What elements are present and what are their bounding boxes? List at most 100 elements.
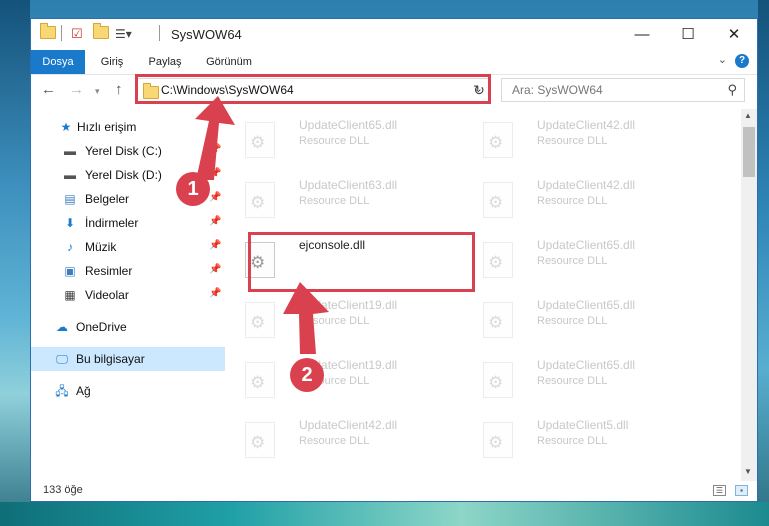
nav-item-label: Ağ xyxy=(76,384,91,398)
download-icon: ⬇ xyxy=(64,216,76,230)
file-name: UpdateClient65.dll xyxy=(537,358,636,372)
nav-item-this-pc[interactable]: 🖵 Bu bilgisayar xyxy=(31,347,225,371)
dll-file-icon xyxy=(483,302,513,338)
dll-file-icon xyxy=(483,422,513,458)
desktop-wallpaper-bottom xyxy=(0,502,769,526)
file-item[interactable]: UpdateClient65.dll Resource DLL xyxy=(466,357,696,413)
scroll-up-icon[interactable]: ▲ xyxy=(744,111,752,120)
maximize-button[interactable]: ☐ xyxy=(665,19,711,50)
search-box[interactable]: Ara: SysWOW64 ⚲ xyxy=(501,78,745,102)
nav-item-local-disk-c[interactable]: ▬ Yerel Disk (C:) 📌 xyxy=(31,139,225,163)
file-item[interactable]: UpdateClient5.dll Resource DLL xyxy=(466,417,696,473)
nav-item-pictures[interactable]: ▣ Resimler 📌 xyxy=(31,259,225,283)
window-title: SysWOW64 xyxy=(171,27,242,42)
pin-icon[interactable]: 📌 xyxy=(209,144,221,155)
nav-item-label: Hızlı erişim xyxy=(77,120,137,134)
close-button[interactable]: ✕ xyxy=(711,19,757,50)
file-name: UpdateClient65.dll xyxy=(537,298,636,312)
help-icon[interactable]: ? xyxy=(735,54,749,68)
pin-icon[interactable]: 📌 xyxy=(209,168,221,179)
tab-home[interactable]: Giriş xyxy=(89,50,135,74)
pin-icon[interactable]: 📌 xyxy=(209,192,221,203)
dll-file-icon xyxy=(483,122,513,158)
dll-file-icon xyxy=(245,362,275,398)
file-item[interactable]: UpdateClient65.dll Resource DLL xyxy=(466,237,696,293)
ribbon-tabs: Dosya Giriş Paylaş Görünüm ⌄ ? xyxy=(31,50,757,75)
file-description: Resource DLL xyxy=(537,255,608,267)
minimize-button[interactable]: — xyxy=(619,19,665,50)
nav-item-label: Videolar xyxy=(85,288,129,302)
file-item[interactable]: UpdateClient19.dll Resource DLL xyxy=(228,297,458,353)
tab-share[interactable]: Paylaş xyxy=(139,50,191,74)
vertical-scrollbar[interactable]: ▲ ▼ xyxy=(741,109,757,481)
pin-icon[interactable]: 📌 xyxy=(209,288,221,299)
computer-icon: 🖵 xyxy=(56,352,68,366)
document-icon: ▤ xyxy=(64,192,76,206)
desktop-wallpaper-left xyxy=(0,0,30,526)
tab-view[interactable]: Görünüm xyxy=(197,50,261,74)
scroll-thumb[interactable] xyxy=(743,127,755,177)
file-item[interactable]: UpdateClient63.dll Resource DLL xyxy=(228,177,458,233)
file-description: Resource DLL xyxy=(537,135,608,147)
dll-file-icon xyxy=(245,122,275,158)
file-name: UpdateClient42.dll xyxy=(537,118,636,132)
up-button[interactable]: ↑ xyxy=(115,81,123,98)
pin-icon[interactable]: 📌 xyxy=(209,264,221,275)
forward-button[interactable]: → xyxy=(69,81,84,98)
tab-file[interactable]: Dosya xyxy=(31,50,85,74)
music-icon: ♪ xyxy=(67,240,73,254)
file-description: Resource DLL xyxy=(537,435,608,447)
nav-item-downloads[interactable]: ⬇ İndirmeler 📌 xyxy=(31,211,225,235)
drive-icon: ▬ xyxy=(64,168,76,182)
file-item[interactable]: UpdateClient19.dll Resource DLL xyxy=(228,357,458,413)
file-description: Resource DLL xyxy=(299,435,370,447)
search-icon[interactable]: ⚲ xyxy=(727,82,737,98)
recent-locations-icon[interactable]: ▾ xyxy=(95,86,100,97)
file-item[interactable]: UpdateClient42.dll Resource DLL xyxy=(466,117,696,173)
nav-item-network[interactable]: 🖧 Ağ xyxy=(31,379,225,403)
file-item[interactable]: UpdateClient65.dll Resource DLL xyxy=(466,297,696,353)
pin-icon[interactable]: 📌 xyxy=(209,216,221,227)
expand-ribbon-icon[interactable]: ⌄ xyxy=(718,53,727,66)
dll-file-icon xyxy=(483,182,513,218)
star-icon: ★ xyxy=(60,120,72,134)
file-description: Resource DLL xyxy=(537,315,608,327)
file-name: UpdateClient42.dll xyxy=(537,178,636,192)
nav-item-videos[interactable]: ▦ Videolar 📌 xyxy=(31,283,225,307)
item-count: 133 öğe xyxy=(43,484,83,496)
dll-file-icon xyxy=(483,362,513,398)
nav-item-label: Bu bilgisayar xyxy=(76,352,145,366)
large-icons-view-icon[interactable]: ▪ xyxy=(735,485,748,496)
dll-file-icon xyxy=(245,422,275,458)
file-item[interactable]: UpdateClient65.dll Resource DLL xyxy=(228,117,458,173)
file-item[interactable]: UpdateClient42.dll Resource DLL xyxy=(228,417,458,473)
callout-badge-two: 2 xyxy=(290,358,324,392)
drive-icon: ▬ xyxy=(64,144,76,158)
nav-item-label: Yerel Disk (D:) xyxy=(85,168,162,182)
file-description: Resource DLL xyxy=(299,135,370,147)
back-button[interactable]: ← xyxy=(41,81,56,98)
properties-icon[interactable]: ☑ xyxy=(71,26,83,42)
navigation-pane: ★ Hızlı erişim ▬ Yerel Disk (C:) 📌 ▬ Yer… xyxy=(31,111,228,481)
nav-item-quick-access[interactable]: ★ Hızlı erişim xyxy=(31,115,225,139)
title-bar: ☑ ☰▾ SysWOW64 — ☐ ✕ xyxy=(31,19,757,50)
divider xyxy=(61,25,62,41)
customize-toolbar-icon[interactable]: ☰▾ xyxy=(115,26,132,42)
network-icon: 🖧 xyxy=(55,384,69,398)
video-icon: ▦ xyxy=(64,288,76,302)
pin-icon[interactable]: 📌 xyxy=(209,240,221,251)
nav-item-onedrive[interactable]: ☁ OneDrive xyxy=(31,315,225,339)
cloud-icon: ☁ xyxy=(56,320,68,334)
file-description: Resource DLL xyxy=(537,195,608,207)
new-folder-icon[interactable] xyxy=(93,23,109,42)
nav-item-label: Müzik xyxy=(85,240,117,254)
scroll-down-icon[interactable]: ▼ xyxy=(744,467,752,476)
desktop-wallpaper-right xyxy=(758,0,769,526)
nav-item-music[interactable]: ♪ Müzik 📌 xyxy=(31,235,225,259)
pictures-icon: ▣ xyxy=(64,264,76,278)
search-placeholder[interactable]: Ara: SysWOW64 xyxy=(512,83,603,97)
divider xyxy=(159,25,160,41)
file-item[interactable]: UpdateClient42.dll Resource DLL xyxy=(466,177,696,233)
details-view-icon[interactable]: ☰ xyxy=(713,485,726,496)
file-name: UpdateClient42.dll xyxy=(299,418,398,432)
